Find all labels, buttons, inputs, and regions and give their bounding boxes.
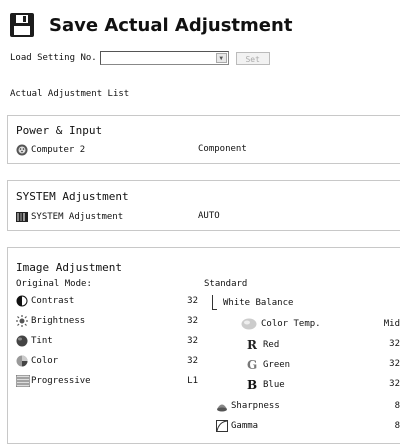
color-temp-value: Mid <box>383 319 400 329</box>
bracket-icon <box>212 295 217 310</box>
system-adjustment-panel: SYSTEM Adjustment SYSTEM Adjustment AUTO <box>7 180 400 231</box>
sharpness-icon <box>216 400 228 412</box>
progressive-icon <box>15 374 31 388</box>
green-row: G Green <box>247 358 291 372</box>
color-row: Color <box>16 355 58 367</box>
color-value: 32 <box>187 356 198 366</box>
color-icon <box>16 355 28 367</box>
color-temp-icon <box>241 318 257 330</box>
system-adjustment-label: SYSTEM Adjustment <box>31 212 124 222</box>
white-balance-row: White Balance <box>212 295 293 310</box>
sharpness-row: Sharpness <box>216 400 280 412</box>
green-g-icon: G <box>247 358 258 372</box>
gamma-row: Gamma <box>216 420 258 432</box>
tint-icon <box>16 335 28 347</box>
system-icon <box>16 211 28 223</box>
input-source-row: Computer 2 <box>16 144 85 156</box>
brightness-value: 32 <box>187 316 198 326</box>
brightness-icon <box>16 315 28 327</box>
contrast-value: 32 <box>187 296 198 306</box>
load-setting-label: Load Setting No. <box>10 53 97 63</box>
page-title: Save Actual Adjustment <box>49 14 293 36</box>
chevron-down-icon[interactable]: ▼ <box>215 53 227 63</box>
set-button[interactable]: Set <box>235 51 270 65</box>
color-temp-row: Color Temp. <box>241 318 321 330</box>
blue-row: B Blue <box>247 378 285 392</box>
progressive-value: L1 <box>187 376 198 386</box>
red-r-icon: R <box>247 338 257 352</box>
tint-value: 32 <box>187 336 198 346</box>
actual-adjustment-list-title: Actual Adjustment List <box>10 89 130 99</box>
red-row: R Red <box>247 338 280 352</box>
power-input-heading: Power & Input <box>16 124 103 137</box>
progressive-row: Progressive <box>15 374 91 388</box>
red-value: 32 <box>389 339 400 349</box>
original-mode-label: Original Mode: <box>16 279 92 289</box>
green-value: 32 <box>389 359 400 369</box>
image-adjustment-panel: Image Adjustment Original Mode: Standard… <box>7 247 400 444</box>
input-source: Computer 2 <box>31 145 86 155</box>
blue-b-icon: B <box>247 378 258 392</box>
gamma-value: 8 <box>394 421 400 431</box>
original-mode-value: Standard <box>204 279 248 289</box>
page-header: Save Actual Adjustment <box>10 13 292 37</box>
system-adjustment-heading: SYSTEM Adjustment <box>16 190 129 203</box>
computer-input-icon <box>16 144 28 156</box>
load-setting-row: Load Setting No. ▼ Set <box>10 51 270 65</box>
tint-row: Tint <box>16 335 53 347</box>
system-adjustment-value: AUTO <box>198 211 220 221</box>
power-input-panel: Power & Input Computer 2 Component <box>7 115 400 164</box>
image-adjustment-heading: Image Adjustment <box>16 261 122 274</box>
sharpness-value: 8 <box>394 401 400 411</box>
load-setting-select[interactable]: ▼ <box>99 51 229 65</box>
system-adjustment-row: SYSTEM Adjustment <box>16 211 123 223</box>
gamma-icon <box>216 420 228 432</box>
input-type: Component <box>198 144 247 154</box>
brightness-row: Brightness <box>16 315 85 327</box>
contrast-row: Contrast <box>16 295 74 307</box>
floppy-disk-icon <box>10 13 34 37</box>
contrast-icon <box>16 295 28 307</box>
blue-value: 32 <box>389 379 400 389</box>
